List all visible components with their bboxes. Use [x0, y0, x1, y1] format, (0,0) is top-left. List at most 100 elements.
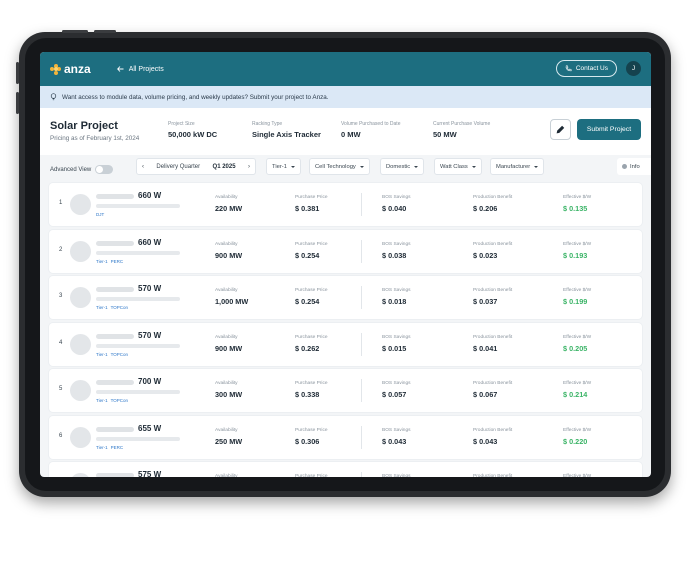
tablet-side-button [16, 62, 19, 84]
column-value: $ 0.254 [295, 297, 320, 306]
advanced-view-toggle[interactable] [95, 165, 114, 174]
column-divider [361, 425, 362, 449]
filter-label: Manufacturer [496, 163, 531, 170]
cell-availability: Availability [215, 474, 238, 477]
row-number: 1 [59, 200, 63, 206]
tablet-top-button [94, 30, 116, 33]
manufacturer-placeholder [96, 473, 134, 477]
pricing-date: Pricing as of February 1st, 2024 [50, 135, 140, 142]
column-value: 250 MW [215, 436, 243, 446]
column-divider [361, 472, 362, 477]
model-placeholder [96, 204, 180, 208]
stat-label: Current Purchase Volume [433, 121, 491, 127]
column-value: $ 0.199 [563, 297, 588, 306]
contact-us-button[interactable]: Contact Us [555, 60, 617, 77]
filter-domestic[interactable]: Domestic [380, 158, 425, 175]
column-label: Availability [215, 427, 238, 433]
app-screen: anza All Projects Contact Us J Want acce… [40, 52, 651, 477]
cell-bos-savings: BOS Savings [382, 474, 411, 477]
filter-label: Watt Class [440, 163, 468, 170]
user-avatar[interactable]: J [626, 61, 641, 76]
module-row[interactable]: 6 655 W Tier-1 PERC Availability 250 MW Purcha… [49, 415, 642, 459]
column-value: $ 0.057 [382, 390, 407, 399]
info-banner[interactable]: Want access to module data, volume prici… [40, 86, 651, 108]
manufacturer-placeholder [96, 194, 134, 199]
filter-manufacturer[interactable]: Manufacturer [490, 158, 545, 175]
cell-bos-savings: BOS Savings $ 0.043 [382, 428, 411, 446]
row-number: 6 [59, 432, 63, 439]
sun-logo-icon [50, 63, 61, 75]
tablet-side-button [16, 92, 19, 114]
all-projects-link[interactable]: All Projects [116, 66, 164, 73]
delivery-quarter-selector: ‹ Delivery Quarter Q1 2025 › [136, 158, 256, 175]
cell-effective: Effective $/W $ 0.135 [563, 195, 591, 213]
column-label: Production Benefit [473, 241, 513, 247]
row-number: 4 [59, 339, 63, 346]
column-value: $ 0.043 [473, 436, 498, 446]
chevron-left-icon[interactable]: ‹ [142, 164, 144, 170]
manufacturer-placeholder [96, 333, 134, 339]
column-value: $ 0.040 [382, 204, 407, 213]
module-wattage: 575 W [138, 470, 162, 477]
filter-watt-class[interactable]: Watt Class [434, 158, 482, 175]
column-label: BOS Savings [382, 195, 411, 200]
filter-tier[interactable]: Tier-1 [266, 158, 301, 175]
column-value: $ 0.381 [295, 204, 320, 213]
model-placeholder [96, 390, 180, 394]
anza-logo[interactable]: anza [50, 62, 91, 76]
module-tags: DJT [96, 212, 104, 217]
filter-bar: Advanced View ‹ Delivery Quarter Q1 2025… [40, 155, 651, 183]
cell-availability: Availability 900 MW [215, 335, 242, 353]
cell-effective: Effective $/W $ 0.220 [563, 428, 591, 446]
column-value: $ 0.067 [473, 390, 498, 399]
module-row[interactable]: 7575 WAvailabilityPurchase PriceBOS Savi… [49, 462, 642, 477]
info-button[interactable]: Info [617, 158, 651, 175]
cell-effective: Effective $/W [563, 474, 591, 477]
column-label: Effective $/W [563, 288, 592, 293]
project-header: Solar Project Pricing as of February 1st… [40, 108, 651, 155]
cell-production-benefit: Production Benefit $ 0.206 [473, 195, 512, 213]
module-tags: Tier-1 TOPCon [96, 398, 128, 403]
module-tag: TOPCon [110, 305, 129, 310]
delivery-quarter-value: Q1 2025 [212, 163, 236, 170]
cell-availability: Availability 220 MW [215, 195, 242, 213]
column-label: Purchase Price [295, 427, 328, 433]
module-tag: Tier-1 [96, 351, 108, 357]
stat-racking-type: Racking Type Single Axis Tracker [252, 121, 321, 139]
column-value: $ 0.220 [563, 436, 588, 446]
module-wattage: 570 W [138, 330, 162, 340]
column-value: $ 0.206 [473, 204, 498, 213]
filter-label: Cell Technology [315, 163, 356, 170]
cell-production-benefit: Production Benefit $ 0.023 [473, 242, 512, 260]
caret-down-icon [290, 165, 295, 168]
module-row[interactable]: 4 570 W Tier-1 TOPCon Availability 900 MW Purc… [49, 322, 642, 366]
column-value: $ 0.214 [563, 390, 588, 399]
module-row[interactable]: 3 570 W Tier-1 TOPCon Availability 1,000 MW Pu… [49, 276, 642, 319]
column-label: Availability [215, 288, 238, 293]
module-row[interactable]: 1 660 W DJT Availability 220 MW Purchase Pric… [49, 183, 642, 226]
column-value: $ 0.193 [563, 250, 588, 260]
column-label: Production Benefit [473, 195, 513, 200]
module-thumbnail [70, 380, 91, 401]
column-divider [361, 239, 362, 263]
filter-cell-technology[interactable]: Cell Technology [309, 158, 370, 175]
cell-effective: Effective $/W $ 0.214 [563, 381, 591, 399]
column-label: Purchase Price [295, 334, 328, 340]
module-row[interactable]: 2 660 W Tier-1 PERC Availability 900 MW Purcha… [49, 229, 642, 273]
column-label: Availability [215, 334, 238, 340]
advanced-view-control[interactable]: Advanced View [50, 165, 114, 174]
cell-purchase-price: Purchase Price $ 0.254 [295, 242, 328, 260]
module-wattage: 570 W [138, 284, 162, 293]
caret-down-icon [414, 165, 419, 168]
column-label: Effective $/W [563, 427, 592, 433]
column-label: BOS Savings [382, 381, 411, 386]
column-label: Production Benefit [473, 334, 513, 340]
module-wattage: 700 W [138, 377, 162, 386]
module-row[interactable]: 5 700 W Tier-1 TOPCon Availability 300 MW Purc… [49, 369, 642, 412]
stat-value: Single Axis Tracker [252, 130, 321, 139]
cell-production-benefit: Production Benefit [473, 474, 512, 477]
edit-project-button[interactable] [550, 119, 571, 140]
submit-project-button[interactable]: Submit Project [577, 119, 641, 140]
chevron-right-icon[interactable]: › [248, 164, 250, 170]
column-label: Purchase Price [295, 288, 328, 293]
